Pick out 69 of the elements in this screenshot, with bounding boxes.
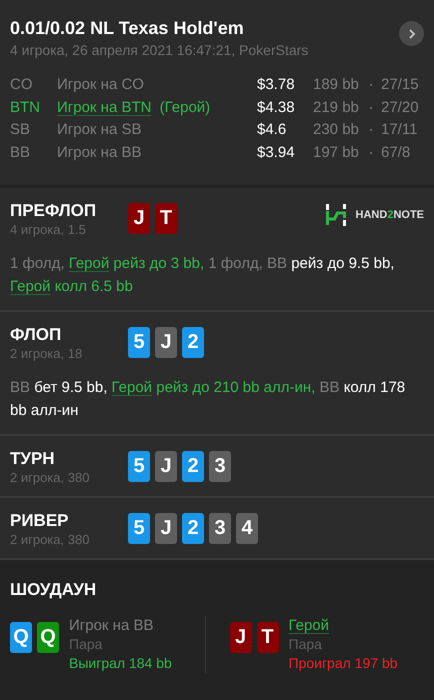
playing-card: 2	[182, 451, 204, 482]
playing-card: 4	[236, 513, 258, 544]
player-name: Игрок на BB	[69, 616, 154, 635]
playing-card: J	[155, 327, 177, 358]
player-link[interactable]: Герой	[68, 255, 110, 272]
playing-card: 5	[128, 513, 150, 544]
hand-subtitle: 4 игрока, 26 апреля 2021 16:47:21, PokerStars	[10, 41, 308, 60]
playing-card: J	[155, 513, 177, 544]
street-info: 2 игрока, 18	[10, 346, 84, 362]
separator-dot	[370, 129, 372, 132]
hero-tag: (Герой)	[160, 98, 210, 116]
logo-text: HAND2NOTE	[356, 209, 424, 221]
hand-result: Проиграл 197 bb	[288, 654, 398, 673]
action-text: 1 фолд, Герой рейз до 3 bb, 1 фолд, BB рейз до 9.5 bb, Герой колл 6.5 bb	[10, 254, 396, 297]
player-stats: 67/8	[381, 142, 412, 162]
playing-card: 3	[209, 451, 231, 482]
street-info: 4 игрока, 1.5	[10, 222, 87, 238]
player-stack: $3.94	[257, 142, 296, 162]
hand2note-logo-icon	[324, 203, 347, 227]
separator-dot	[370, 152, 372, 154]
street-title: ФЛОП	[10, 324, 62, 346]
hand-combo: Пара	[69, 635, 104, 654]
playing-card: T	[155, 203, 177, 234]
playing-card: 5	[128, 451, 150, 482]
chevron-right-icon	[406, 28, 416, 40]
hand-title: 0.01/0.02 NL Texas Hold'em	[10, 17, 245, 40]
next-button[interactable]	[399, 21, 424, 46]
playing-card: 2	[182, 327, 204, 358]
street-title: ПРЕФЛОП	[10, 200, 98, 222]
player-position: SB	[10, 120, 32, 140]
street-title: РИВЕР	[10, 510, 70, 532]
player-stats: 27/15	[381, 75, 420, 95]
player-link[interactable]: Герой	[112, 379, 152, 396]
player-bb: 197 bb	[313, 142, 360, 162]
playing-card: J	[155, 451, 177, 482]
separator-dot	[370, 106, 372, 109]
player-link[interactable]: Герой	[288, 616, 330, 635]
showdown-title: ШОУДАУН	[10, 580, 98, 600]
player-stack: $4.6	[257, 120, 288, 140]
player-link[interactable]: Игрок на BTN	[57, 98, 152, 116]
player-stats: 27/20	[381, 98, 420, 118]
street-info: 2 игрока, 380	[10, 532, 90, 548]
player-bb: 219 bb	[313, 98, 360, 118]
street-info: 2 игрока, 380	[10, 470, 90, 486]
action-text: BB бет 9.5 bb, Герой рейз до 210 bb алл-ин, BB колл 178 bb алл-ин	[10, 378, 406, 421]
separator-dot	[370, 84, 372, 86]
player-stats: 17/11	[381, 120, 418, 140]
playing-card: Q	[37, 622, 59, 653]
player-stack: $3.78	[257, 75, 296, 95]
player-position: BB	[10, 142, 32, 162]
playing-card: J	[230, 622, 252, 653]
playing-card: 2	[182, 513, 204, 544]
playing-card: J	[128, 203, 150, 234]
player-bb: 230 bb	[313, 120, 360, 140]
playing-card: Q	[10, 622, 32, 653]
player-stack: $4.38	[257, 98, 296, 118]
playing-card: 3	[209, 513, 231, 544]
playing-card: T	[256, 622, 278, 653]
playing-card: 5	[128, 327, 150, 358]
player-link[interactable]: Герой	[10, 278, 51, 295]
player-position: CO	[10, 75, 34, 95]
hand-result: Выиграл 184 bb	[69, 654, 172, 673]
player-position: BTN	[10, 98, 41, 118]
player-name: Игрок на CO	[57, 76, 144, 93]
street-title: ТУРН	[10, 448, 56, 470]
player-name: Игрок на SB	[57, 121, 142, 138]
player-name: Игрок на BB	[57, 144, 142, 160]
player-bb: 189 bb	[313, 75, 360, 95]
hand-combo: Пара	[288, 635, 323, 654]
